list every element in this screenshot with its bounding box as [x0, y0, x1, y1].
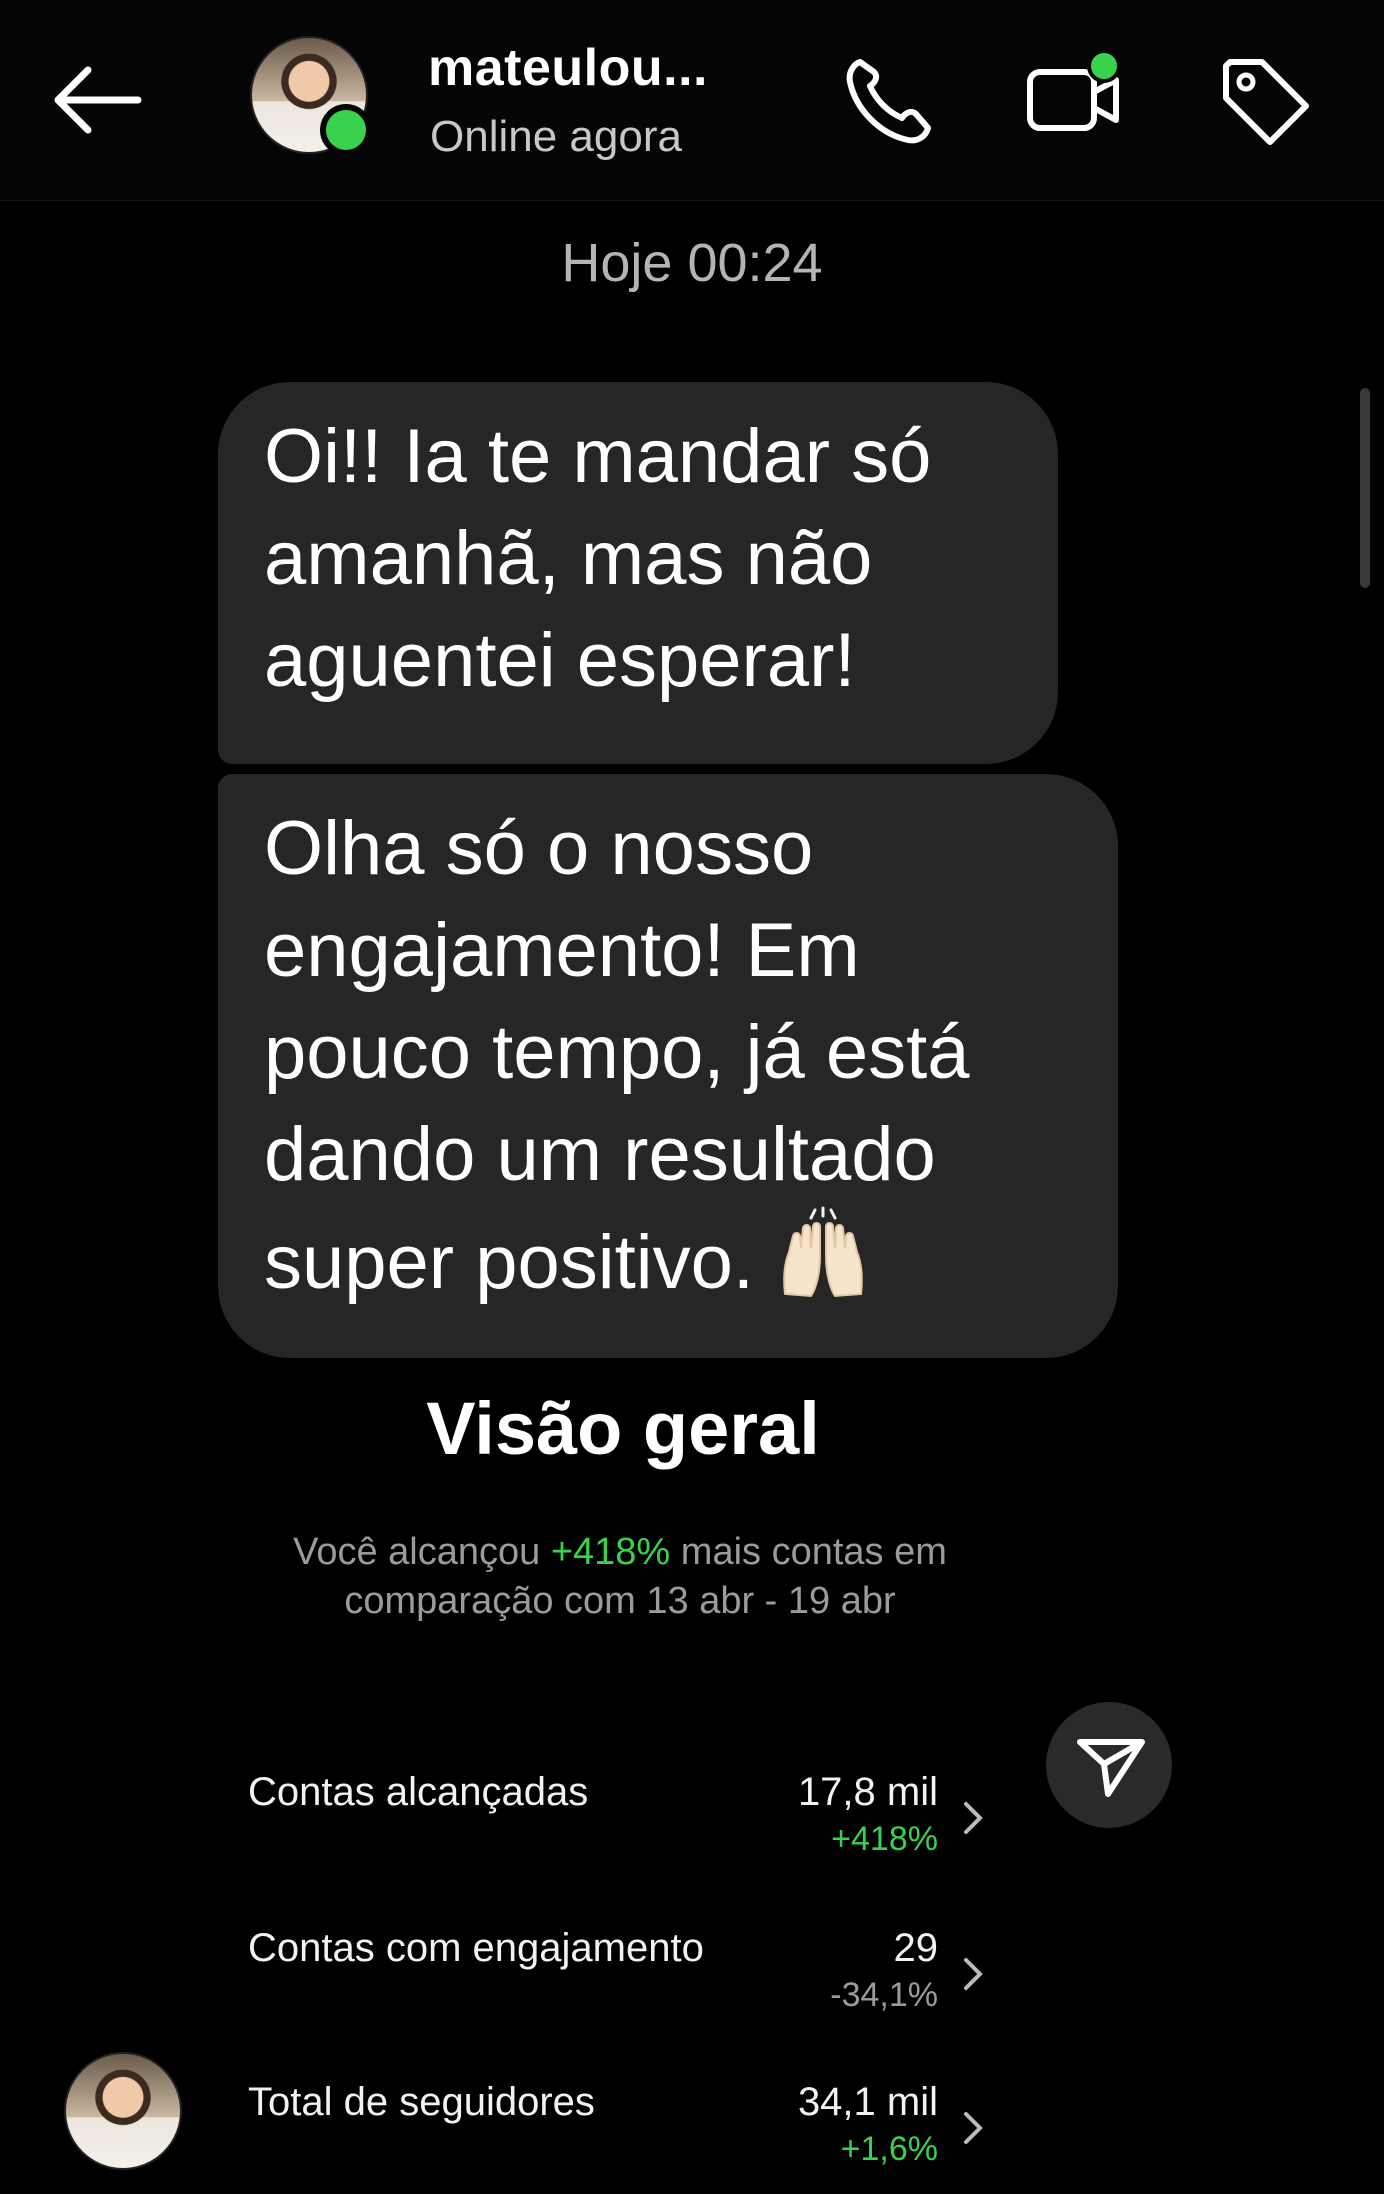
chevron-right-icon: [964, 2112, 983, 2144]
metric-row-reached[interactable]: Contas alcançadas 17,8 mil +418%: [248, 1762, 988, 1872]
metric-change: +1,6%: [840, 2130, 938, 2168]
message-text: Oi!! Ia te mandar só amanhã, mas não agu…: [264, 414, 932, 703]
send-icon: [1077, 1739, 1145, 1797]
sender-avatar[interactable]: [64, 2052, 182, 2170]
video-call-icon: [1027, 49, 1121, 131]
share-button[interactable]: [1046, 1702, 1172, 1828]
metric-value: 34,1 mil: [797, 2080, 938, 2124]
back-arrow-icon: [54, 66, 142, 134]
raising-hands-emoji-icon: [783, 1206, 863, 1298]
tag-button[interactable]: [1212, 48, 1316, 152]
chat-header: [0, 0, 1384, 201]
contact-username[interactable]: mateulou...: [428, 38, 708, 98]
metric-change: -34,1%: [830, 1976, 938, 2014]
metric-value: 17,8 mil: [797, 1770, 938, 1814]
message-bubble[interactable]: Olha só o nosso engajamento! Em pouco te…: [218, 774, 1118, 1358]
metric-label: Contas alcançadas: [248, 1770, 589, 1814]
message-timestamp: Hoje 00:24: [561, 233, 823, 293]
back-button[interactable]: [48, 60, 168, 140]
phone-icon: [846, 59, 931, 144]
online-status: Online agora: [430, 112, 682, 161]
metric-label: Contas com engajamento: [248, 1926, 704, 1970]
contact-avatar[interactable]: [250, 36, 372, 156]
call-button[interactable]: [836, 48, 940, 152]
scrollbar[interactable]: [1360, 388, 1370, 588]
overview-description: Você alcançou +418% mais contas em compa…: [290, 1528, 950, 1626]
metric-value: 29: [893, 1926, 939, 1970]
metric-row-engagement[interactable]: Contas com engajamento 29 -34,1%: [248, 1918, 988, 2028]
metric-row-followers[interactable]: Total de seguidores 34,1 mil +1,6%: [248, 2072, 988, 2182]
video-call-button[interactable]: [1024, 48, 1128, 152]
desc-prefix: Você alcançou: [293, 1531, 551, 1573]
metric-change: +418%: [831, 1820, 938, 1858]
online-indicator: [320, 104, 372, 156]
tag-icon: [1223, 59, 1309, 145]
chevron-right-icon: [964, 1802, 983, 1834]
message-bubble[interactable]: Oi!! Ia te mandar só amanhã, mas não agu…: [218, 382, 1058, 764]
chevron-right-icon: [964, 1958, 983, 1990]
desc-highlight: +418%: [550, 1531, 671, 1573]
metric-label: Total de seguidores: [248, 2080, 595, 2124]
overview-title: Visão geral: [426, 1387, 820, 1470]
avatar-image: [64, 2052, 182, 2170]
